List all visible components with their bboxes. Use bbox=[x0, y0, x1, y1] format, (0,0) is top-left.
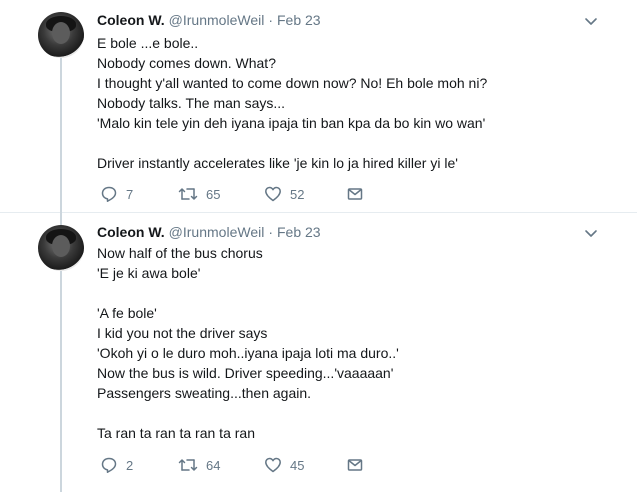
tweet-thread: Coleon W. @IrunmoleWeil · Feb 23 E bole ...… bbox=[0, 0, 637, 492]
tweet-header: Coleon W. @IrunmoleWeil · Feb 23 bbox=[97, 11, 321, 29]
separator-dot: · bbox=[268, 12, 273, 28]
heart-icon bbox=[264, 456, 282, 474]
author-handle[interactable]: @IrunmoleWeil bbox=[169, 224, 265, 240]
envelope-icon bbox=[346, 456, 364, 474]
retweet-button[interactable]: 65 bbox=[178, 185, 264, 203]
tweet-date[interactable]: Feb 23 bbox=[277, 224, 321, 240]
author-handle[interactable]: @IrunmoleWeil bbox=[169, 12, 265, 28]
reply-button[interactable]: 2 bbox=[100, 456, 178, 474]
tweet-text: Now half of the bus chorus 'E je ki awa … bbox=[97, 245, 399, 441]
like-button[interactable]: 45 bbox=[264, 456, 346, 474]
reply-button[interactable]: 7 bbox=[100, 185, 178, 203]
heart-icon bbox=[264, 185, 282, 203]
reply-count: 2 bbox=[126, 457, 134, 473]
retweet-button[interactable]: 64 bbox=[178, 456, 264, 474]
tweet-actions: 2 64 45 bbox=[100, 456, 364, 474]
tweet-header: Coleon W. @IrunmoleWeil · Feb 23 bbox=[97, 223, 321, 241]
retweet-icon bbox=[178, 185, 198, 203]
thread-connector-line bbox=[60, 56, 62, 213]
thread-connector-line bbox=[60, 213, 62, 225]
tweet[interactable]: Coleon W. @IrunmoleWeil · Feb 23 E bole ...… bbox=[0, 0, 637, 213]
tweet-date[interactable]: Feb 23 bbox=[277, 12, 321, 28]
like-count: 52 bbox=[290, 186, 305, 202]
direct-message-button[interactable] bbox=[346, 456, 364, 474]
like-count: 45 bbox=[290, 457, 305, 473]
chevron-down-icon[interactable] bbox=[583, 225, 599, 241]
thread-connector-line bbox=[60, 269, 62, 492]
avatar-face bbox=[52, 235, 70, 257]
chevron-down-icon[interactable] bbox=[583, 13, 599, 29]
direct-message-button[interactable] bbox=[346, 185, 364, 203]
author-name[interactable]: Coleon W. bbox=[97, 12, 165, 28]
retweet-icon bbox=[178, 456, 198, 474]
avatar-face bbox=[52, 22, 70, 44]
reply-count: 7 bbox=[126, 186, 134, 202]
avatar[interactable] bbox=[38, 225, 84, 271]
retweet-count: 65 bbox=[206, 186, 221, 202]
reply-icon bbox=[100, 185, 118, 203]
tweet[interactable]: Coleon W. @IrunmoleWeil · Feb 23 Now half o… bbox=[0, 213, 637, 492]
tweet-actions: 7 65 52 bbox=[100, 185, 364, 203]
envelope-icon bbox=[346, 185, 364, 203]
retweet-count: 64 bbox=[206, 457, 221, 473]
separator-dot: · bbox=[268, 224, 273, 240]
avatar[interactable] bbox=[38, 12, 84, 58]
tweet-text: E bole ...e bole.. Nobody comes down. Wh… bbox=[97, 35, 488, 171]
author-name[interactable]: Coleon W. bbox=[97, 224, 165, 240]
reply-icon bbox=[100, 456, 118, 474]
like-button[interactable]: 52 bbox=[264, 185, 346, 203]
